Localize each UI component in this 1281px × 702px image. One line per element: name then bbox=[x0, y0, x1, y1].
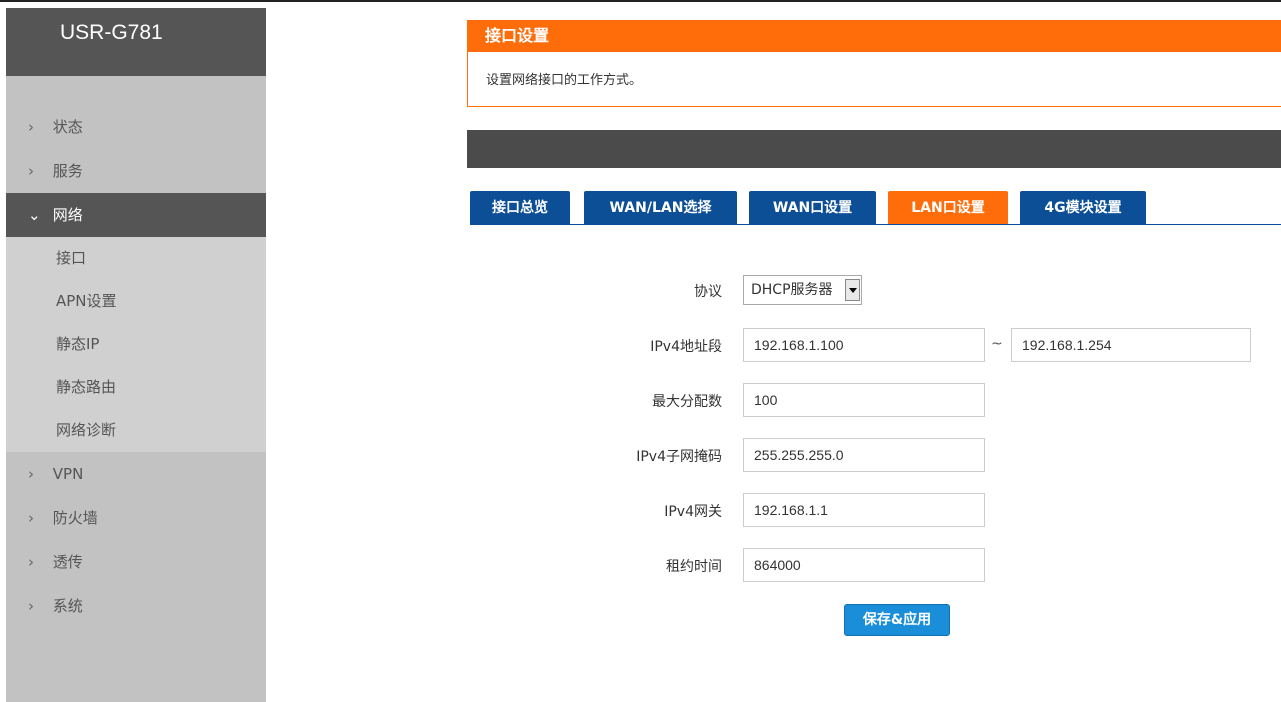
lease-time-input[interactable]: 864000 bbox=[743, 548, 985, 582]
tab-underline bbox=[470, 224, 1281, 225]
sidebar-item-label: 状态 bbox=[52, 118, 83, 136]
sidebar-item-transparent[interactable]: › 透传 bbox=[6, 540, 266, 584]
protocol-select[interactable]: DHCP服务器 bbox=[743, 275, 862, 305]
tab-lan-settings[interactable]: LAN口设置 bbox=[888, 191, 1008, 225]
sidebar-subitem-apn[interactable]: APN设置 bbox=[6, 280, 266, 323]
ipv4-range-start-input[interactable]: 192.168.1.100 bbox=[743, 328, 985, 362]
sidebar-item-label: 透传 bbox=[52, 553, 83, 571]
panel-description: 设置网络接口的工作方式。 bbox=[467, 52, 1281, 107]
chevron-right-icon: › bbox=[28, 465, 34, 483]
tab-interface-overview[interactable]: 接口总览 bbox=[470, 191, 570, 225]
sidebar-nav: › 状态 › 服务 ⌄ 网络 接口 APN设置 静态IP 静态路由 网络诊断 ›… bbox=[6, 105, 266, 628]
sidebar-item-services[interactable]: › 服务 bbox=[6, 149, 266, 193]
sidebar-item-firewall[interactable]: › 防火墙 bbox=[6, 496, 266, 540]
chevron-down-icon: ⌄ bbox=[28, 206, 41, 224]
max-alloc-input[interactable]: 100 bbox=[743, 383, 985, 417]
top-border bbox=[0, 0, 1281, 2]
sidebar-item-status[interactable]: › 状态 bbox=[6, 105, 266, 149]
dropdown-arrow-icon bbox=[845, 279, 860, 301]
chevron-right-icon: › bbox=[28, 118, 34, 136]
section-bar bbox=[467, 130, 1281, 168]
netmask-input[interactable]: 255.255.255.0 bbox=[743, 438, 985, 472]
tab-wan-settings[interactable]: WAN口设置 bbox=[749, 191, 876, 225]
chevron-right-icon: › bbox=[28, 509, 34, 527]
ipv4-range-end-input[interactable]: 192.168.1.254 bbox=[1011, 328, 1251, 362]
sidebar-subitem-diagnostics[interactable]: 网络诊断 bbox=[6, 409, 266, 452]
network-submenu: 接口 APN设置 静态IP 静态路由 网络诊断 bbox=[6, 237, 266, 452]
sidebar-subitem-static-ip[interactable]: 静态IP bbox=[6, 323, 266, 366]
save-apply-button[interactable]: 保存&应用 bbox=[844, 604, 950, 636]
lease-time-label: 租约时间 bbox=[666, 559, 722, 575]
sidebar-item-label: 服务 bbox=[52, 162, 83, 180]
sidebar-subitem-static-route[interactable]: 静态路由 bbox=[6, 366, 266, 409]
panel-title: 接口设置 bbox=[467, 20, 1281, 52]
chevron-right-icon: › bbox=[28, 597, 34, 615]
sidebar-item-label: 网络 bbox=[52, 206, 83, 224]
range-separator: ~ bbox=[991, 336, 1003, 352]
sidebar-item-system[interactable]: › 系统 bbox=[6, 584, 266, 628]
chevron-right-icon: › bbox=[28, 553, 34, 571]
max-alloc-label: 最大分配数 bbox=[652, 394, 722, 410]
chevron-right-icon: › bbox=[28, 162, 34, 180]
netmask-label: IPv4子网掩码 bbox=[636, 449, 722, 465]
sidebar-subitem-interface[interactable]: 接口 bbox=[6, 237, 266, 280]
protocol-label: 协议 bbox=[694, 284, 722, 300]
sidebar: USR-G781 › 状态 › 服务 ⌄ 网络 接口 APN设置 静态IP 静态… bbox=[6, 8, 266, 702]
sidebar-item-label: VPN bbox=[52, 465, 84, 483]
tab-wan-lan-select[interactable]: WAN/LAN选择 bbox=[584, 191, 737, 225]
brand-title: USR-G781 bbox=[6, 8, 266, 76]
sidebar-item-network[interactable]: ⌄ 网络 bbox=[6, 193, 266, 237]
sidebar-item-vpn[interactable]: › VPN bbox=[6, 452, 266, 496]
sidebar-item-label: 系统 bbox=[52, 597, 83, 615]
gateway-input[interactable]: 192.168.1.1 bbox=[743, 493, 985, 527]
ipv4-range-label: IPv4地址段 bbox=[650, 339, 722, 355]
gateway-label: IPv4网关 bbox=[664, 504, 722, 520]
tab-4g-module-settings[interactable]: 4G模块设置 bbox=[1020, 191, 1146, 225]
protocol-select-value: DHCP服务器 bbox=[751, 282, 833, 298]
sidebar-item-label: 防火墙 bbox=[52, 509, 98, 527]
